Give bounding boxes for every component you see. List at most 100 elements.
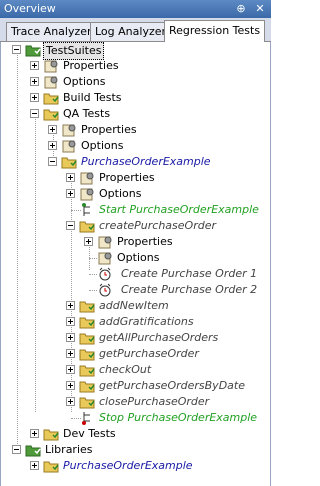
expand-toggle[interactable] bbox=[66, 317, 75, 326]
tree-node-get-purchase-order[interactable]: getPurchaseOrder bbox=[1, 346, 272, 362]
properties-icon bbox=[44, 60, 58, 73]
expand-toggle[interactable] bbox=[66, 381, 75, 390]
node-label: Options bbox=[63, 75, 106, 88]
close-icon[interactable]: ✕ bbox=[253, 2, 267, 16]
tree-node-qa-properties[interactable]: Properties bbox=[1, 122, 272, 138]
tree-node-library-purchase-order-example[interactable]: PurchaseOrderExample bbox=[1, 458, 272, 474]
node-label: addNewItem bbox=[99, 299, 169, 312]
test-case-icon bbox=[79, 301, 95, 313]
pin-icon[interactable]: ⊕ bbox=[234, 2, 248, 16]
tree-guide-line bbox=[89, 274, 97, 275]
alarm-clock-icon bbox=[99, 267, 111, 281]
properties-icon bbox=[98, 236, 112, 249]
node-label: Create Purchase Order 1 bbox=[121, 267, 258, 280]
collapse-toggle[interactable] bbox=[12, 45, 21, 54]
tree-node-add-gratifications[interactable]: addGratifications bbox=[1, 314, 272, 330]
tab-trace-analyzer[interactable]: Trace Analyzer bbox=[6, 22, 97, 41]
node-label: createPurchaseOrder bbox=[99, 219, 216, 232]
tree-node-stop[interactable]: Stop PurchaseOrderExample bbox=[1, 410, 272, 426]
tree-node-options[interactable]: Options bbox=[1, 74, 272, 90]
expand-toggle[interactable] bbox=[66, 301, 75, 310]
tab-regression-tests[interactable]: Regression Tests bbox=[164, 20, 266, 42]
node-label: Build Tests bbox=[63, 91, 122, 104]
properties-icon bbox=[62, 124, 76, 137]
expand-toggle[interactable] bbox=[84, 237, 93, 246]
tree-node-create-options[interactable]: Options bbox=[1, 250, 272, 266]
options-icon bbox=[44, 76, 58, 89]
test-case-icon bbox=[79, 349, 95, 361]
options-icon bbox=[62, 140, 76, 153]
node-label: Create Purchase Order 2 bbox=[121, 283, 258, 296]
node-label: getPurchaseOrder bbox=[99, 347, 199, 360]
tree-node-dev-tests[interactable]: Dev Tests bbox=[1, 426, 272, 442]
node-label: Libraries bbox=[45, 443, 93, 456]
tree-node-checkout[interactable]: checkOut bbox=[1, 362, 272, 378]
tree-node-get-purchase-orders-by-date[interactable]: getPurchaseOrdersByDate bbox=[1, 378, 272, 394]
node-label: closePurchaseOrder bbox=[99, 395, 210, 408]
expand-toggle[interactable] bbox=[48, 141, 57, 150]
node-label: Options bbox=[81, 139, 124, 152]
test-case-icon bbox=[79, 381, 95, 393]
tab-log-analyzer[interactable]: Log Analyzer bbox=[90, 22, 172, 41]
test-case-icon bbox=[79, 365, 95, 377]
expand-toggle[interactable] bbox=[30, 429, 39, 438]
tree-node-create-purchase-order[interactable]: createPurchaseOrder bbox=[1, 218, 272, 234]
tree-node-create-po-2[interactable]: Create Purchase Order 2 bbox=[1, 282, 272, 298]
tree-node-qa-options[interactable]: Options bbox=[1, 138, 272, 154]
tree-node-testsuites[interactable]: TestSuites bbox=[1, 42, 272, 60]
properties-icon bbox=[80, 172, 94, 185]
expand-toggle[interactable] bbox=[30, 461, 39, 470]
tree-node-close-purchase-order[interactable]: closePurchaseOrder bbox=[1, 394, 272, 410]
test-case-icon bbox=[79, 397, 95, 409]
regression-test-tree: TestSuites Properties Options Build Test… bbox=[0, 42, 271, 486]
node-label: Options bbox=[99, 187, 142, 200]
test-suite-icon bbox=[61, 157, 77, 169]
node-label: checkOut bbox=[99, 363, 152, 376]
test-folder-icon bbox=[43, 429, 59, 441]
node-label: Options bbox=[117, 251, 160, 264]
tree-node-suite-properties[interactable]: Properties bbox=[1, 170, 272, 186]
tree-node-get-all-purchase-orders[interactable]: getAllPurchaseOrders bbox=[1, 330, 272, 346]
expand-toggle[interactable] bbox=[30, 77, 39, 86]
node-label: addGratifications bbox=[99, 315, 194, 328]
tree-node-purchase-order-example[interactable]: PurchaseOrderExample bbox=[1, 154, 272, 170]
expand-toggle[interactable] bbox=[30, 61, 39, 70]
collapse-toggle[interactable] bbox=[12, 445, 21, 454]
node-label: getPurchaseOrdersByDate bbox=[99, 379, 245, 392]
tab-strip: Trace Analyzer Log Analyzer Regression T… bbox=[0, 18, 271, 42]
tree-node-build-tests[interactable]: Build Tests bbox=[1, 90, 272, 106]
expand-toggle[interactable] bbox=[48, 125, 57, 134]
panel-title-bar: Overview ⊕ ✕ bbox=[0, 0, 271, 18]
tree-node-qa-tests[interactable]: QA Tests bbox=[1, 106, 272, 122]
test-case-icon bbox=[79, 317, 95, 329]
expand-toggle[interactable] bbox=[66, 173, 75, 182]
test-folder-icon bbox=[43, 93, 59, 105]
expand-toggle[interactable] bbox=[66, 397, 75, 406]
test-case-icon bbox=[79, 333, 95, 345]
tree-node-start[interactable]: Start PurchaseOrderExample bbox=[1, 202, 272, 218]
test-folder-icon bbox=[43, 109, 59, 121]
tree-node-create-properties[interactable]: Properties bbox=[1, 234, 272, 250]
node-label: Stop PurchaseOrderExample bbox=[99, 411, 258, 424]
collapse-toggle[interactable] bbox=[48, 157, 57, 166]
test-suite-icon bbox=[43, 461, 59, 473]
node-label: PurchaseOrderExample bbox=[81, 155, 211, 168]
expand-toggle[interactable] bbox=[66, 189, 75, 198]
tree-node-libraries[interactable]: Libraries bbox=[1, 442, 272, 458]
panel-title: Overview bbox=[4, 2, 56, 15]
collapse-toggle[interactable] bbox=[30, 109, 39, 118]
expand-toggle[interactable] bbox=[66, 365, 75, 374]
expand-toggle[interactable] bbox=[66, 349, 75, 358]
tree-node-properties[interactable]: Properties bbox=[1, 58, 272, 74]
tree-node-add-new-item[interactable]: addNewItem bbox=[1, 298, 272, 314]
tree-node-suite-options[interactable]: Options bbox=[1, 186, 272, 202]
options-icon bbox=[98, 252, 112, 265]
collapse-toggle[interactable] bbox=[66, 221, 75, 230]
tree-guide-line bbox=[89, 258, 97, 259]
tree-guide-line bbox=[89, 290, 97, 291]
start-icon bbox=[82, 203, 90, 216]
node-label: PurchaseOrderExample bbox=[63, 459, 193, 472]
expand-toggle[interactable] bbox=[30, 93, 39, 102]
tree-node-create-po-1[interactable]: Create Purchase Order 1 bbox=[1, 266, 272, 282]
expand-toggle[interactable] bbox=[66, 333, 75, 342]
